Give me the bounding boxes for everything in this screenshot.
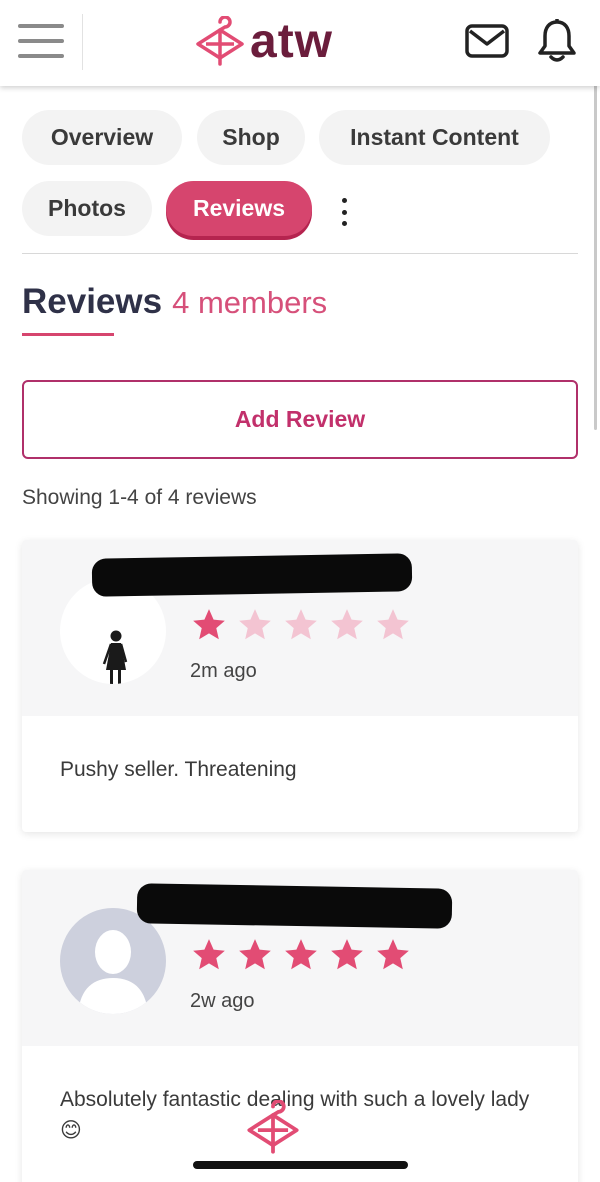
star-filled-icon xyxy=(193,939,225,970)
app-header: atw xyxy=(0,0,600,86)
star-empty-icon xyxy=(285,609,317,640)
star-filled-icon xyxy=(285,939,317,970)
review-text: Pushy seller. Threatening xyxy=(60,758,297,781)
star-rating xyxy=(190,936,420,974)
header-divider xyxy=(82,14,83,70)
tab-instant-content[interactable]: Instant Content xyxy=(319,110,550,165)
review-timestamp: 2m ago xyxy=(190,660,257,682)
review-card: 2m ago Pushy seller. Threatening xyxy=(22,540,578,832)
scrollbar[interactable] xyxy=(594,60,597,430)
page-title: Reviews xyxy=(22,282,163,321)
add-review-button[interactable]: Add Review xyxy=(22,380,578,459)
tab-shop[interactable]: Shop xyxy=(197,110,305,165)
mail-button[interactable] xyxy=(464,22,510,65)
tabs-divider xyxy=(22,253,578,254)
review-card: 2w ago Absolutely fantastic dealing with… xyxy=(22,870,578,1182)
tab-reviews[interactable]: Reviews xyxy=(166,181,312,236)
mail-icon xyxy=(465,24,509,58)
hanger-logo-icon xyxy=(196,16,244,66)
reviews-count: 4 members xyxy=(172,285,328,320)
reviewer-avatar[interactable] xyxy=(60,908,166,1014)
default-user-icon xyxy=(78,930,148,1014)
title-underline xyxy=(22,333,114,336)
star-filled-icon xyxy=(377,939,409,970)
review-timestamp: 2w ago xyxy=(190,990,255,1012)
reviews-heading: Reviews 4 members xyxy=(22,282,327,322)
star-filled-icon xyxy=(193,609,225,640)
star-filled-icon xyxy=(239,939,271,970)
floating-logo-button[interactable] xyxy=(246,1099,300,1161)
review-header: 2m ago xyxy=(22,540,578,716)
star-empty-icon xyxy=(239,609,271,640)
more-tabs-icon[interactable] xyxy=(334,198,354,226)
bell-icon xyxy=(538,19,576,62)
notifications-button[interactable] xyxy=(536,18,578,69)
star-rating xyxy=(190,606,420,644)
tab-photos[interactable]: Photos xyxy=(22,181,152,236)
menu-icon[interactable] xyxy=(18,24,64,60)
pagination-summary: Showing 1-4 of 4 reviews xyxy=(22,486,257,509)
brand-name: atw xyxy=(250,15,334,68)
home-indicator[interactable] xyxy=(193,1161,408,1169)
tab-overview[interactable]: Overview xyxy=(22,110,182,165)
star-empty-icon xyxy=(331,609,363,640)
star-empty-icon xyxy=(377,609,409,640)
review-text: Absolutely fantastic dealing with such a… xyxy=(60,1088,530,1142)
star-filled-icon xyxy=(331,939,363,970)
redacted-username xyxy=(136,883,453,929)
redacted-username xyxy=(91,553,413,597)
review-header: 2w ago xyxy=(22,870,578,1046)
brand-logo[interactable]: atw xyxy=(196,14,333,70)
hanger-logo-icon xyxy=(247,1099,299,1154)
